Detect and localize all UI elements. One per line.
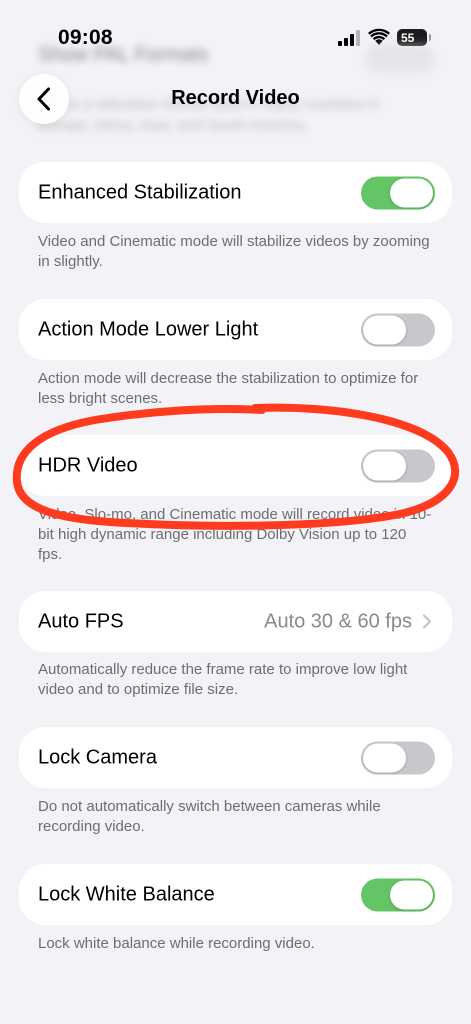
battery-level: 55 <box>401 30 415 45</box>
setting-row-hdr-video[interactable]: HDR Video <box>19 435 452 496</box>
toggle-knob <box>363 743 406 772</box>
setting-label: Auto FPS <box>38 610 124 632</box>
setting-description: Video, Slo-mo, and Cinematic mode will r… <box>38 506 432 563</box>
page-title: Record Video <box>171 87 300 109</box>
setting-description: Lock white balance while recording video… <box>38 935 315 952</box>
toggle-knob <box>390 178 433 207</box>
toggle-knob <box>363 451 406 480</box>
chevron-right-icon <box>422 614 432 629</box>
setting-description: Action mode will decrease the stabilizat… <box>38 370 419 407</box>
toggle-knob <box>363 315 406 344</box>
lock-camera-toggle[interactable] <box>361 741 435 774</box>
enhanced-stabilization-toggle[interactable] <box>361 176 435 209</box>
setting-label: HDR Video <box>38 454 138 476</box>
auto-fps-value-group: Auto 30 & 60 fps <box>264 610 432 633</box>
setting-description: Do not automatically switch between came… <box>38 798 381 835</box>
setting-description: Automatically reduce the frame rate to i… <box>38 661 408 698</box>
hdr-video-toggle[interactable] <box>361 449 435 482</box>
toggle-knob <box>390 880 433 909</box>
setting-label: Lock White Balance <box>38 883 215 905</box>
lock-white-balance-toggle[interactable] <box>361 878 435 911</box>
action-mode-lower-light-toggle[interactable] <box>361 313 435 346</box>
setting-label: Lock Camera <box>38 746 157 768</box>
setting-row-enhanced-stabilization[interactable]: Enhanced Stabilization <box>19 162 452 223</box>
bg-toggle <box>364 44 436 74</box>
setting-row-action-mode-lower-light[interactable]: Action Mode Lower Light <box>19 299 452 360</box>
auto-fps-value: Auto 30 & 60 fps <box>264 610 412 632</box>
setting-row-auto-fps[interactable]: Auto FPS Auto 30 & 60 fps <box>19 591 452 652</box>
setting-label: Action Mode Lower Light <box>38 318 259 340</box>
setting-label: Enhanced Stabilization <box>38 181 242 203</box>
setting-description: Video and Cinematic mode will stabilize … <box>38 233 430 270</box>
setting-row-lock-white-balance[interactable]: Lock White Balance <box>19 864 452 925</box>
setting-row-lock-camera[interactable]: Lock Camera <box>19 727 452 788</box>
